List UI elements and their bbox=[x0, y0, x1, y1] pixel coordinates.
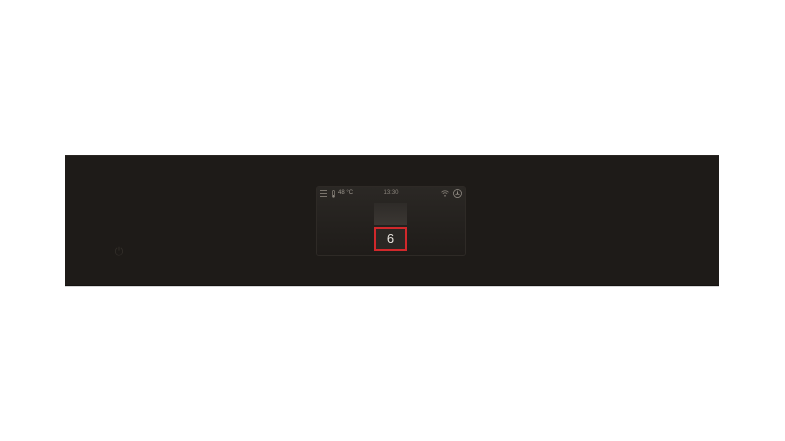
selector-previous-option[interactable] bbox=[374, 203, 407, 225]
brand-logo-icon[interactable] bbox=[453, 189, 462, 198]
wifi-icon[interactable] bbox=[441, 190, 449, 197]
value-selector-wheel[interactable]: 6 bbox=[374, 203, 407, 251]
selector-selected-value[interactable]: 6 bbox=[374, 227, 407, 251]
page-background: ⏻ 48 °C 13:30 6 bbox=[0, 0, 785, 441]
power-icon[interactable]: ⏻ bbox=[113, 246, 125, 258]
touch-display: 48 °C 13:30 6 bbox=[317, 187, 465, 255]
status-bar: 48 °C 13:30 bbox=[317, 187, 465, 201]
appliance-control-panel: ⏻ 48 °C 13:30 6 bbox=[65, 155, 719, 286]
